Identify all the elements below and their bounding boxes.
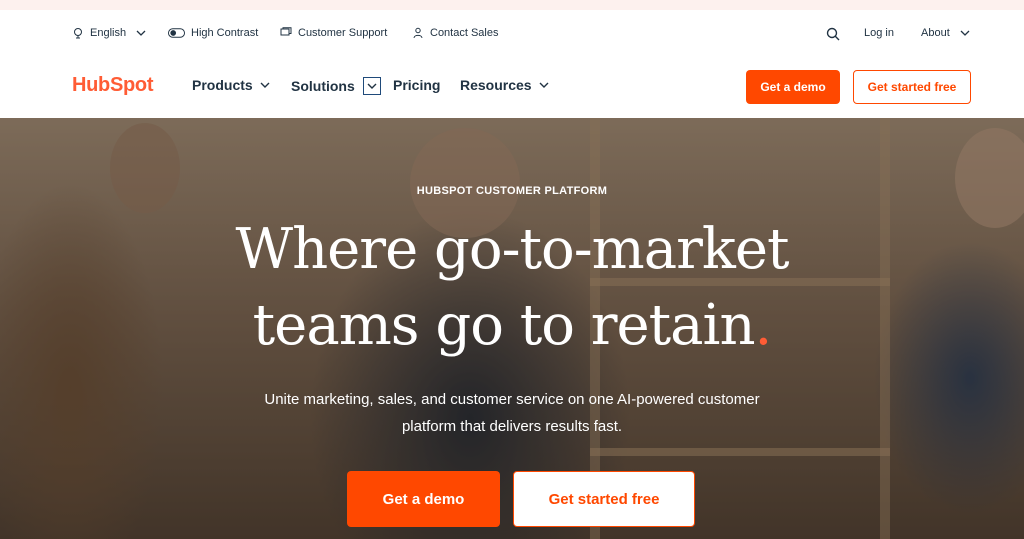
chevron-down-icon [260,82,270,88]
contact-sales-label: Contact Sales [430,27,499,39]
language-label: English [90,27,127,39]
hero-get-demo-button[interactable]: Get a demo [347,471,500,527]
logo-text: HubSpot [72,74,154,96]
nav-solutions[interactable]: Solutions [291,77,381,95]
nav-pricing-label: Pricing [393,77,441,93]
headline-line-2: teams go to retain. [0,288,1024,364]
contact-sales-link[interactable]: Contact Sales [412,24,498,42]
language-selector[interactable]: English [72,24,146,42]
nav-resources[interactable]: Resources [460,77,550,93]
chevron-down-icon [539,82,549,88]
customer-support-link[interactable]: Customer Support [280,24,387,42]
person-icon [413,27,423,39]
hubspot-logo[interactable]: HubSpot [72,74,154,97]
search-button[interactable] [826,25,840,43]
nav-products-label: Products [192,77,253,93]
chat-icon [280,27,292,36]
about-label: About [921,27,950,39]
chevron-down-icon [367,83,377,89]
login-link[interactable]: Log in [864,24,894,42]
hero-headline: Where go-to-market teams go to retain. [0,212,1024,364]
contrast-toggle-icon [168,28,185,38]
hero-get-started-free-button[interactable]: Get started free [513,471,695,527]
hero-eyebrow: HUBSPOT CUSTOMER PLATFORM [416,185,608,197]
headline-line-1: Where go-to-market [235,217,790,282]
utility-bar: English High Contrast Customer Support C… [0,10,1024,56]
high-contrast-label: High Contrast [191,27,259,39]
hero-section: HUBSPOT CUSTOMER PLATFORM Where go-to-ma… [0,118,1024,539]
customer-support-label: Customer Support [298,27,388,39]
hero-subtext: Unite marketing, sales, and customer ser… [264,391,760,435]
nav-pricing[interactable]: Pricing [393,77,440,93]
search-icon [826,27,840,41]
main-nav: HubSpot Products Solutions Pricing Resou… [0,56,1024,118]
headline-line-2-text: teams go to retain [252,293,756,358]
nav-products[interactable]: Products [192,77,271,93]
solutions-dropdown-toggle[interactable] [362,77,381,95]
globe-icon [74,28,82,39]
top-strip [0,0,1024,10]
high-contrast-toggle[interactable]: High Contrast [168,24,258,42]
about-menu[interactable]: About [921,24,970,42]
chevron-down-icon [136,30,146,36]
get-demo-button[interactable]: Get a demo [746,70,840,104]
get-started-free-button[interactable]: Get started free [853,70,971,104]
nav-solutions-label: Solutions [291,78,355,94]
nav-resources-label: Resources [460,77,532,93]
headline-dot: . [754,293,773,358]
chevron-down-icon [960,30,970,36]
login-label: Log in [864,27,894,39]
